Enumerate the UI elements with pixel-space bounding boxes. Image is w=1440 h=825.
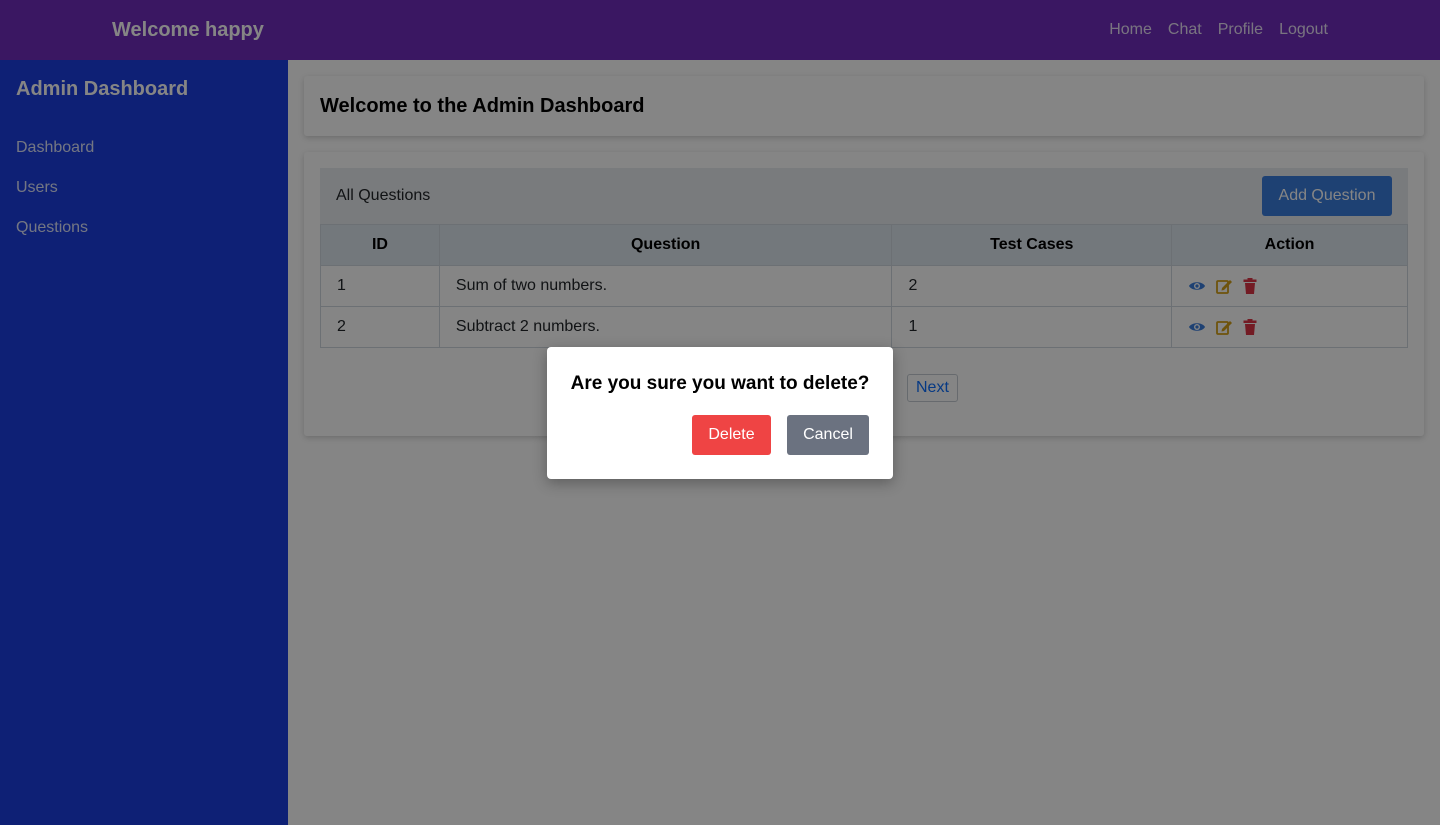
modal-message: Are you sure you want to delete?: [570, 373, 870, 394]
confirm-delete-button[interactable]: Delete: [692, 415, 771, 455]
delete-confirm-modal: Are you sure you want to delete? Delete …: [547, 347, 893, 479]
cancel-button[interactable]: Cancel: [787, 415, 869, 455]
